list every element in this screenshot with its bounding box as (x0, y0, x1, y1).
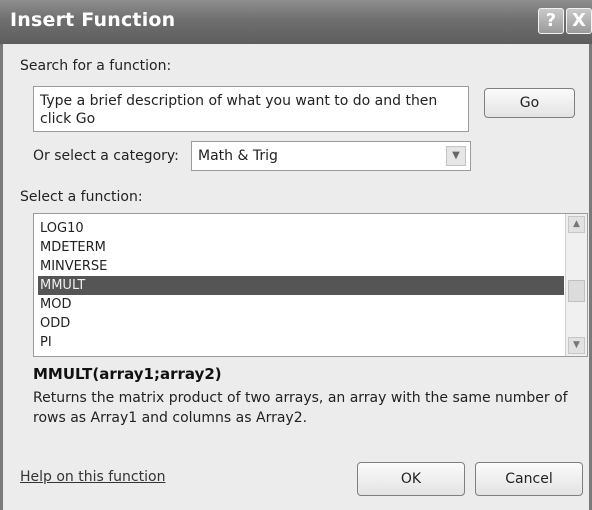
list-item[interactable]: MDETERM (38, 238, 564, 257)
function-list[interactable]: LOG10 MDETERM MINVERSE MMULT MOD ODD PI … (33, 213, 588, 357)
dialog-title: Insert Function (10, 9, 176, 31)
close-button[interactable]: X (566, 8, 592, 34)
cancel-button[interactable]: Cancel (475, 462, 583, 496)
function-syntax: MMULT(array1;array2) (33, 365, 222, 383)
help-button[interactable]: ? (538, 8, 564, 34)
ok-button-label: OK (400, 471, 422, 487)
list-item[interactable]: MINVERSE (38, 257, 564, 276)
list-item[interactable]: ODD (38, 314, 564, 333)
category-select[interactable]: Math & Trig ▼ (191, 141, 471, 171)
function-list-label: Select a function: (20, 189, 143, 205)
function-description: Returns the matrix product of two arrays… (33, 390, 568, 426)
go-button-label: Go (519, 95, 540, 111)
ok-button[interactable]: OK (357, 462, 465, 496)
help-icon: ? (545, 10, 557, 31)
search-label: Search for a function: (20, 58, 172, 74)
cancel-button-label: Cancel (505, 471, 553, 487)
chevron-down-icon[interactable]: ▼ (446, 146, 466, 166)
scroll-up-icon[interactable]: ▲ (568, 216, 585, 233)
search-input[interactable]: Type a brief description of what you wan… (33, 86, 469, 132)
go-button[interactable]: Go (484, 88, 575, 118)
insert-function-dialog: Insert Function ? X Search for a functio… (0, 0, 592, 510)
list-item-selected[interactable]: MMULT (38, 276, 564, 295)
close-icon: X (572, 10, 586, 31)
category-selected-value: Math & Trig (198, 148, 278, 164)
title-bar[interactable]: Insert Function ? X (0, 0, 592, 44)
scroll-down-icon[interactable]: ▼ (568, 337, 585, 354)
list-item[interactable]: LOG10 (38, 219, 564, 238)
list-item[interactable]: MOD (38, 295, 564, 314)
scroll-thumb[interactable] (568, 280, 585, 302)
help-on-function-link[interactable]: Help on this function (20, 469, 165, 485)
list-scrollbar[interactable]: ▲ ▼ (565, 214, 587, 356)
category-label: Or select a category: (33, 148, 179, 164)
list-item[interactable]: PI (38, 333, 564, 352)
